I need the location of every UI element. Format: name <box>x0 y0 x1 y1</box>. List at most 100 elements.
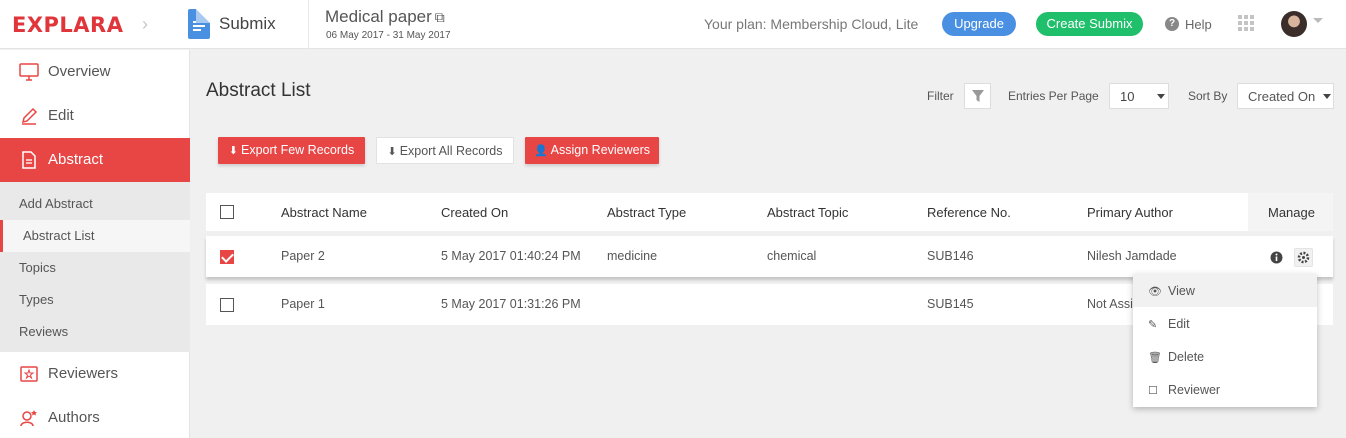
sidebar-item-label: Reviewers <box>48 365 119 382</box>
sidebar-item-label: Overview <box>48 63 111 80</box>
abstract-name[interactable]: Paper 1 <box>281 297 325 311</box>
help-link[interactable]: Help <box>1185 17 1212 32</box>
filter-label: Filter <box>927 89 954 103</box>
entries-per-page-select[interactable]: 10 <box>1109 83 1169 109</box>
sidebar-subitem-types[interactable]: Types <box>0 284 190 316</box>
sidebar-item-abstract[interactable]: Abstract <box>0 138 190 182</box>
eye-icon: 👁 <box>1148 286 1162 298</box>
download-icon: ⬇ <box>387 146 397 158</box>
column-header[interactable]: Abstract Topic <box>767 205 848 220</box>
export-few-records-button[interactable]: ⬇ Export Few Records <box>218 137 365 164</box>
sidebar-subitem-abstract-list[interactable]: Abstract List <box>0 220 190 252</box>
trash-icon: 🗑 <box>1148 352 1162 364</box>
row-checkbox[interactable] <box>220 250 234 264</box>
sidebar-item-authors[interactable]: Authors <box>0 396 190 438</box>
menu-item-delete[interactable]: 🗑 Delete <box>1133 340 1317 373</box>
subitem-label: Reviews <box>19 324 69 339</box>
subitem-label: Types <box>19 292 54 307</box>
column-header[interactable]: Created On <box>441 205 508 220</box>
top-header: EXPLARA › Submix Medical paper ⧉ 06 May 2… <box>0 0 1346 49</box>
menu-item-edit[interactable]: ✎ Edit <box>1133 307 1317 340</box>
monitor-icon <box>19 63 39 81</box>
sidebar-item-label: Abstract <box>48 151 104 168</box>
column-header[interactable]: Abstract Type <box>607 205 686 220</box>
help-icon[interactable]: ? <box>1165 17 1179 31</box>
info-icon[interactable] <box>1267 248 1286 267</box>
abstract-name[interactable]: Paper 2 <box>281 249 325 263</box>
created-on: 5 May 2017 01:40:24 PM <box>441 249 581 263</box>
app-name[interactable]: Submix <box>219 14 276 34</box>
gear-icon[interactable] <box>1294 248 1313 267</box>
table-row[interactable]: Paper 2 5 May 2017 01:40:24 PM medicine … <box>206 236 1333 277</box>
column-header[interactable]: Primary Author <box>1087 205 1173 220</box>
subitem-label: Add Abstract <box>19 196 93 211</box>
manage-column-header: Manage <box>1248 193 1333 231</box>
primary-author: Nilesh Jamdade <box>1087 249 1177 263</box>
primary-author: Not Assi <box>1087 297 1133 311</box>
user-avatar[interactable] <box>1281 11 1307 37</box>
sidebar-subitem-topics[interactable]: Topics <box>0 252 190 284</box>
document-icon <box>22 151 36 169</box>
header-divider <box>308 0 309 49</box>
menu-item-label: Reviewer <box>1168 383 1221 397</box>
caret-down-icon <box>1157 94 1165 99</box>
page-title: Abstract List <box>206 80 311 101</box>
export-all-records-button[interactable]: ⬇ Export All Records <box>376 137 514 164</box>
pencil-icon: ✎ <box>1148 319 1158 331</box>
column-header[interactable]: Abstract Name <box>281 205 367 220</box>
sidebar-item-label: Edit <box>48 107 74 124</box>
created-on: 5 May 2017 01:31:26 PM <box>441 297 581 311</box>
chevron-down-icon[interactable] <box>1313 18 1323 23</box>
filter-icon <box>972 90 984 102</box>
entries-value: 10 <box>1120 89 1135 104</box>
note-icon: ☐ <box>1148 385 1158 397</box>
assign-reviewers-button[interactable]: 👤 Assign Reviewers <box>525 137 659 164</box>
sidebar: Overview Edit Abstract Add Abstract Abst… <box>0 50 190 438</box>
filter-button[interactable] <box>964 83 991 109</box>
breadcrumb-chevron-icon: › <box>142 14 148 34</box>
menu-item-label: Edit <box>1168 317 1190 331</box>
select-all-checkbox[interactable] <box>220 205 234 219</box>
authors-icon <box>20 410 37 427</box>
menu-item-label: View <box>1168 284 1195 298</box>
subitem-label: Topics <box>19 260 56 275</box>
create-submix-button[interactable]: Create Submix <box>1036 12 1143 36</box>
plan-text: Your plan: Membership Cloud, Lite <box>704 16 919 32</box>
reference-no: SUB145 <box>927 297 974 311</box>
external-link-icon[interactable]: ⧉ <box>435 9 445 25</box>
apps-grid-icon[interactable] <box>1238 15 1254 31</box>
explara-logo[interactable]: EXPLARA <box>12 13 123 37</box>
table-header: Abstract Name Created On Abstract Type A… <box>206 193 1333 231</box>
column-header[interactable]: Reference No. <box>927 205 1011 220</box>
caret-down-icon <box>1323 94 1331 99</box>
sidebar-item-overview[interactable]: Overview <box>0 50 190 94</box>
abstract-topic: chemical <box>767 249 817 263</box>
download-icon: ⬇ <box>228 145 238 157</box>
menu-item-label: Delete <box>1168 350 1205 364</box>
reference-no: SUB146 <box>927 249 974 263</box>
upgrade-button[interactable]: Upgrade <box>942 12 1016 36</box>
sort-value: Created On <box>1248 89 1316 104</box>
row-actions-menu: 👁 View ✎ Edit 🗑 Delete ☐ Reviewer <box>1133 274 1317 407</box>
column-header: Manage <box>1268 205 1315 220</box>
sidebar-subitem-reviews[interactable]: Reviews <box>0 316 190 348</box>
sidebar-item-label: Authors <box>48 409 100 426</box>
event-title[interactable]: Medical paper ⧉ <box>325 7 445 27</box>
sidebar-subitem-add-abstract[interactable]: Add Abstract <box>0 188 190 220</box>
sidebar-item-edit[interactable]: Edit <box>0 94 190 138</box>
abstract-submenu: Add Abstract Abstract List Topics Types … <box>0 182 190 352</box>
entries-per-page-label: Entries Per Page <box>1008 89 1099 103</box>
subitem-label: Abstract List <box>23 228 95 243</box>
event-dates: 06 May 2017 - 31 May 2017 <box>326 30 451 41</box>
menu-item-view[interactable]: 👁 View <box>1133 274 1317 307</box>
sidebar-item-reviewers[interactable]: Reviewers <box>0 352 190 396</box>
sort-by-select[interactable]: Created On <box>1237 83 1334 109</box>
menu-item-reviewer[interactable]: ☐ Reviewer <box>1133 373 1317 406</box>
sort-by-label: Sort By <box>1188 89 1228 103</box>
add-user-icon: 👤 <box>533 145 548 157</box>
reviewer-icon <box>20 366 38 382</box>
abstract-type: medicine <box>607 249 658 263</box>
submix-app-icon <box>188 9 210 39</box>
row-checkbox[interactable] <box>220 298 234 312</box>
pencil-icon <box>21 107 38 125</box>
